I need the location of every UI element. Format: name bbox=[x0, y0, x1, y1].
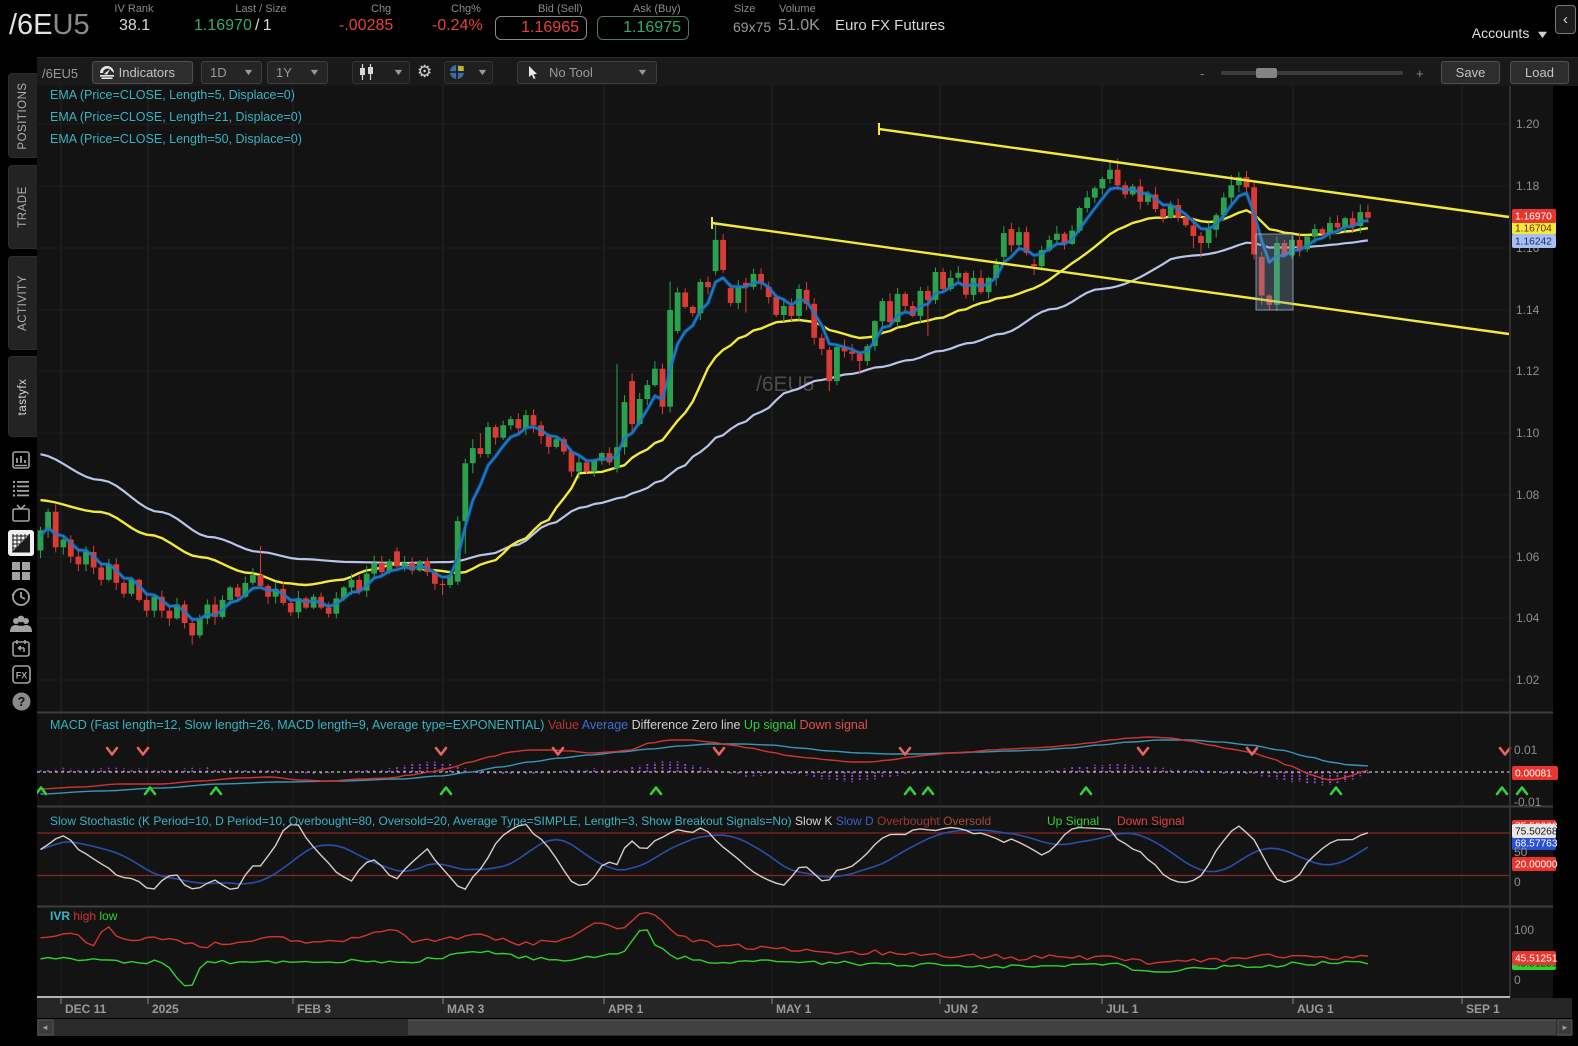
svg-text:1.16704: 1.16704 bbox=[1515, 224, 1552, 235]
svg-text:JUL 1: JUL 1 bbox=[1106, 1002, 1139, 1016]
svg-text:FEB 3: FEB 3 bbox=[297, 1002, 331, 1016]
svg-text:FX: FX bbox=[15, 671, 27, 681]
svg-text:AUG 1: AUG 1 bbox=[1297, 1002, 1334, 1016]
svg-text:-0.01: -0.01 bbox=[1514, 795, 1542, 809]
svg-text:1.04: 1.04 bbox=[1516, 611, 1540, 625]
svg-text:75.50268: 75.50268 bbox=[1515, 827, 1558, 838]
svg-text:Slow Stochastic (K Period=10,: Slow Stochastic (K Period=10, D Period=1… bbox=[50, 814, 991, 828]
svg-text:EMA (Price=CLOSE, Length=5, Di: EMA (Price=CLOSE, Length=5, Displace=0) bbox=[50, 88, 295, 102]
svg-text:IVR high low: IVR high low bbox=[50, 909, 118, 923]
svg-text:1.20: 1.20 bbox=[1516, 117, 1540, 131]
svg-text:1.12: 1.12 bbox=[1516, 364, 1540, 378]
svg-text:APR 1: APR 1 bbox=[608, 1002, 644, 1016]
svg-text:Up Signal: Up Signal bbox=[1047, 814, 1099, 828]
svg-text:1.02: 1.02 bbox=[1516, 673, 1540, 687]
svg-text:20.00000: 20.00000 bbox=[1515, 860, 1558, 871]
svg-text:SEP 1: SEP 1 bbox=[1466, 1002, 1500, 1016]
svg-text:0.01: 0.01 bbox=[1514, 743, 1538, 757]
svg-text:1.18: 1.18 bbox=[1516, 179, 1540, 193]
svg-text:1.08: 1.08 bbox=[1516, 488, 1540, 502]
svg-text:◄: ◄ bbox=[41, 1023, 49, 1032]
svg-text:1.06: 1.06 bbox=[1516, 550, 1540, 564]
svg-text:1.16242: 1.16242 bbox=[1515, 237, 1552, 248]
svg-text:0: 0 bbox=[1514, 973, 1521, 987]
svg-text:MACD (Fast length=12, Slow len: MACD (Fast length=12, Slow length=26, MA… bbox=[50, 718, 868, 732]
svg-text:0: 0 bbox=[1514, 875, 1521, 889]
svg-text:►: ► bbox=[1561, 1023, 1569, 1032]
svg-text:DEC 11: DEC 11 bbox=[65, 1002, 107, 1016]
svg-text:Down Signal: Down Signal bbox=[1117, 814, 1184, 828]
svg-text:45.51251: 45.51251 bbox=[1515, 954, 1558, 965]
svg-text:1.10: 1.10 bbox=[1516, 426, 1540, 440]
svg-text:1.14: 1.14 bbox=[1516, 303, 1540, 317]
svg-text:MAY 1: MAY 1 bbox=[776, 1002, 812, 1016]
svg-text:MAR 3: MAR 3 bbox=[447, 1002, 485, 1016]
svg-text:EMA (Price=CLOSE, Length=50, D: EMA (Price=CLOSE, Length=50, Displace=0) bbox=[50, 132, 302, 146]
svg-text:EMA (Price=CLOSE, Length=21, D: EMA (Price=CLOSE, Length=21, Displace=0) bbox=[50, 110, 302, 124]
svg-text:0.00081: 0.00081 bbox=[1515, 769, 1552, 780]
svg-text:?: ? bbox=[17, 695, 25, 709]
svg-text:2025: 2025 bbox=[152, 1002, 179, 1016]
svg-text:1.16970: 1.16970 bbox=[1515, 212, 1552, 223]
svg-text:100: 100 bbox=[1514, 923, 1534, 937]
svg-text:JUN 2: JUN 2 bbox=[944, 1002, 978, 1016]
svg-text:50: 50 bbox=[1514, 845, 1528, 859]
